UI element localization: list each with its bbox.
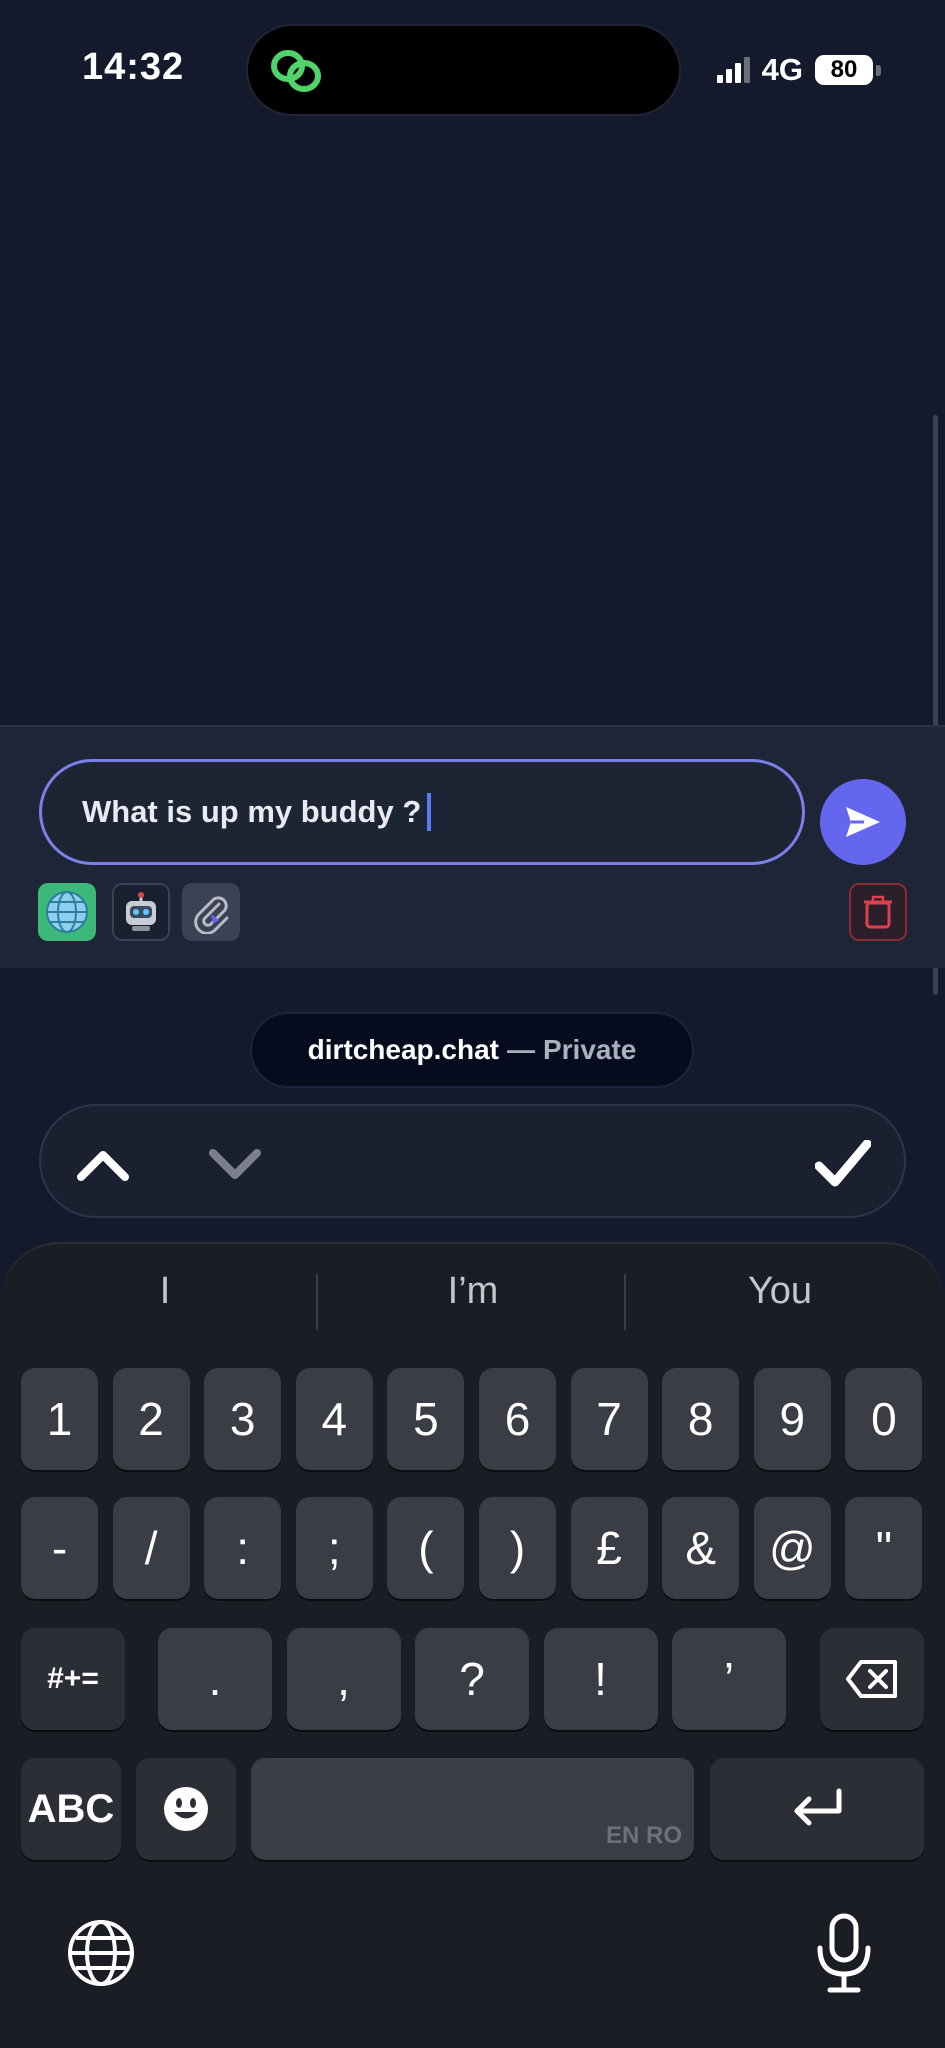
keyboard-accessory-bar	[39, 1104, 906, 1218]
space-languages-label: EN RO	[605, 1822, 682, 1849]
brand-separator: —	[506, 1034, 535, 1065]
space-key[interactable]: EN RO	[251, 1758, 694, 1860]
attach-button[interactable]	[182, 883, 240, 941]
checkmark-icon	[815, 1140, 871, 1187]
status-time: 14:32	[82, 46, 185, 88]
status-indicators: 4G 80	[716, 52, 881, 88]
done-button[interactable]	[815, 1136, 871, 1192]
model-select-button[interactable]	[112, 883, 170, 941]
battery-icon: 80	[815, 55, 881, 85]
backspace-key[interactable]	[820, 1628, 924, 1730]
send-icon	[846, 807, 880, 837]
dynamic-island[interactable]	[246, 24, 681, 116]
signal-icon	[716, 57, 750, 83]
punctuation-key-1[interactable]: .	[158, 1628, 272, 1730]
paperclip-icon	[194, 896, 229, 934]
globe-keyboard-switch-icon[interactable]	[66, 1918, 136, 1988]
punctuation-key-4[interactable]: !	[543, 1628, 658, 1730]
return-key[interactable]	[710, 1758, 924, 1860]
robot-icon	[126, 892, 156, 931]
message-composer: What is up my buddy ?	[0, 725, 945, 968]
symbol-key-8[interactable]: &	[662, 1497, 740, 1599]
suggestion-3[interactable]: You	[630, 1270, 930, 1313]
text-caret	[427, 793, 432, 831]
number-key-9[interactable]: 9	[753, 1368, 831, 1470]
battery-level: 80	[815, 55, 873, 85]
symbol-key-3[interactable]: :	[204, 1497, 282, 1599]
punctuation-key-2[interactable]: ,	[286, 1628, 401, 1730]
symbol-key-6[interactable]: )	[479, 1497, 556, 1599]
suggestion-2[interactable]: I’m	[323, 1270, 623, 1313]
punctuation-key-5[interactable]: ’	[672, 1628, 786, 1730]
suggestion-bar: I I’m You	[0, 1244, 945, 1364]
microphone-icon[interactable]	[812, 1912, 876, 1996]
send-button[interactable]	[820, 779, 906, 865]
number-key-10[interactable]: 0	[845, 1368, 923, 1470]
symbol-key-10[interactable]: "	[845, 1497, 923, 1599]
more-symbols-key[interactable]: #+=	[21, 1628, 125, 1730]
backspace-icon	[846, 1660, 897, 1698]
privacy-mode-label: Private	[542, 1034, 637, 1065]
emoji-icon	[164, 1787, 208, 1831]
punctuation-key-3[interactable]: ?	[415, 1628, 529, 1730]
network-label: 4G	[761, 52, 803, 87]
symbol-key-4[interactable]: ;	[295, 1497, 373, 1599]
suggestion-1[interactable]: I	[15, 1270, 315, 1313]
chevron-down-icon	[209, 1149, 261, 1179]
symbol-key-9[interactable]: @	[753, 1497, 831, 1599]
brand-chip: dirtcheap.chat — Private	[250, 1012, 694, 1088]
web-search-button[interactable]	[38, 883, 96, 941]
chevron-up-icon	[77, 1151, 129, 1181]
number-key-3[interactable]: 3	[204, 1368, 282, 1470]
number-key-2[interactable]: 2	[112, 1368, 190, 1470]
number-key-8[interactable]: 8	[662, 1368, 740, 1470]
emoji-key[interactable]	[136, 1758, 236, 1860]
globe-icon	[46, 891, 88, 933]
clear-chat-button[interactable]	[849, 883, 907, 941]
number-key-4[interactable]: 4	[295, 1368, 373, 1470]
symbol-key-1[interactable]: -	[21, 1497, 98, 1599]
link-rings-icon	[271, 50, 321, 92]
symbol-key-5[interactable]: (	[387, 1497, 465, 1599]
number-key-6[interactable]: 6	[479, 1368, 556, 1470]
symbol-key-7[interactable]: £	[570, 1497, 648, 1599]
abc-key[interactable]: ABC	[21, 1758, 121, 1860]
trash-icon	[864, 895, 892, 929]
symbol-key-2[interactable]: /	[112, 1497, 190, 1599]
previous-field-button[interactable]	[75, 1136, 131, 1192]
number-key-7[interactable]: 7	[570, 1368, 648, 1470]
number-key-1[interactable]: 1	[21, 1368, 98, 1470]
next-field-button[interactable]	[207, 1136, 263, 1192]
status-bar: 14:32 4G 80	[0, 0, 945, 140]
message-input-value: What is up my buddy ?	[82, 794, 422, 829]
brand-name: dirtcheap.chat	[307, 1034, 499, 1065]
number-key-5[interactable]: 5	[387, 1368, 465, 1470]
message-input[interactable]: What is up my buddy ?	[39, 759, 805, 865]
return-icon	[794, 1788, 842, 1826]
